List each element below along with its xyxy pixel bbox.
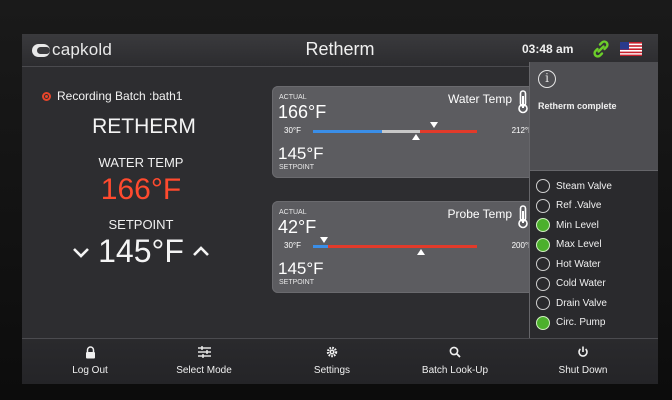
- valve-label: Steam Valve: [556, 180, 612, 192]
- card-title: Water Temp: [447, 92, 512, 106]
- water-temp-card[interactable]: ACTUAL 166°F Water Temp 30°F 212°F 145°F…: [272, 86, 538, 178]
- setpoint-marker: [412, 134, 421, 140]
- select-mode-label: Select Mode: [176, 365, 232, 376]
- valve-label: Ref .Valve: [556, 200, 602, 211]
- chevron-down-icon: [73, 247, 90, 258]
- record-icon: [42, 91, 51, 101]
- sliders-icon: [197, 346, 211, 358]
- range-min: 30°F: [284, 126, 301, 135]
- actual-label: ACTUAL: [279, 209, 307, 216]
- hot-segment: [328, 245, 477, 248]
- valve-item: Cold Water: [536, 275, 606, 293]
- recording-text: Recording Batch :bath1: [57, 89, 183, 103]
- valve-item: Min Level: [536, 216, 599, 234]
- valve-item: Max Level: [536, 236, 602, 254]
- mode-title: RETHERM: [92, 115, 196, 138]
- log-out-button[interactable]: Log Out: [60, 345, 120, 376]
- valve-label: Hot Water: [556, 258, 601, 270]
- actual-value: 166°F: [278, 102, 327, 122]
- range-min: 30°F: [284, 241, 301, 250]
- actual-value: 42°F: [278, 217, 317, 237]
- water-temp-value: 166°F: [100, 173, 182, 206]
- cold-segment: [313, 130, 382, 133]
- settings-label: Settings: [313, 365, 351, 376]
- status-indicator: [536, 218, 550, 232]
- link-icon: [593, 40, 609, 58]
- thermometer-icon: [518, 205, 528, 229]
- status-indicator: [536, 237, 550, 252]
- logo-mark-icon: [32, 43, 50, 57]
- batch-lookup-label: Batch Look-Up: [421, 365, 489, 376]
- footer-toolbar: Log Out Select Mode Settings Batch Look-…: [22, 338, 658, 384]
- chevron-up-icon: [192, 245, 209, 256]
- valve-label: Cold Water: [556, 278, 606, 289]
- temp-range-bar: [313, 122, 477, 140]
- actual-marker: [430, 122, 439, 128]
- valve-item: Hot Water: [536, 255, 601, 273]
- us-flag-icon[interactable]: [620, 42, 642, 56]
- status-indicator: [536, 315, 550, 330]
- status-indicator: [536, 296, 550, 310]
- brand-logo: capkold: [32, 40, 112, 59]
- status-indicator: [536, 198, 550, 213]
- info-panel: i Retherm complete: [529, 62, 658, 170]
- clock: 03:48 am: [522, 42, 574, 56]
- batch-lookup-button[interactable]: Batch Look-Up: [410, 345, 500, 376]
- status-panel: Recording Batch :bath1 RETHERM WATER TEM…: [22, 67, 260, 335]
- valve-label: Max Level: [556, 239, 602, 250]
- setpoint-increase-button[interactable]: [190, 241, 212, 263]
- setpoint-value: 145°F: [278, 144, 324, 163]
- shut-down-button[interactable]: Shut Down: [548, 345, 618, 376]
- logo-text: capkold: [52, 40, 112, 59]
- valve-item: Ref .Valve: [536, 197, 601, 215]
- gear-icon: [326, 346, 338, 358]
- setpoint-marker: [417, 249, 426, 255]
- valve-label: Circ. Pump: [556, 317, 606, 328]
- valve-label: Drain Valve: [556, 297, 607, 309]
- mid-segment: [381, 130, 421, 133]
- shut-down-label: Shut Down: [558, 365, 608, 376]
- status-indicator: [536, 179, 550, 193]
- setpoint-value: 145°F: [98, 233, 184, 269]
- valve-status-list: Steam Valve Ref .Valve Min Level Max Lev…: [529, 170, 658, 339]
- recording-status: Recording Batch :bath1: [42, 89, 182, 103]
- valve-item: Circ. Pump: [536, 314, 605, 332]
- probe-temp-card[interactable]: ACTUAL 42°F Probe Temp 30°F 200°F 145°F …: [272, 201, 538, 293]
- info-icon: i: [538, 70, 556, 88]
- setpoint-control: 145°F: [22, 233, 260, 270]
- setpoint-value: 145°F: [278, 259, 324, 278]
- thermometer-icon: [518, 90, 528, 114]
- setpoint-label: SETPOINT: [279, 164, 315, 171]
- setpoint-label: SETPOINT: [279, 279, 315, 286]
- setpoint-decrease-button[interactable]: [70, 241, 92, 263]
- settings-button[interactable]: Settings: [302, 345, 362, 376]
- info-message: Retherm complete: [538, 101, 617, 111]
- setpoint-label: SETPOINT: [108, 217, 174, 232]
- actual-marker: [320, 237, 329, 243]
- valve-item: Steam Valve: [536, 177, 612, 195]
- lock-icon: [85, 345, 95, 358]
- status-indicator: [536, 276, 550, 291]
- actual-label: ACTUAL: [279, 94, 307, 101]
- power-icon: [578, 346, 588, 357]
- search-icon: [449, 346, 461, 358]
- valve-label: Min Level: [556, 219, 599, 231]
- log-out-label: Log Out: [72, 365, 108, 376]
- temp-range-bar: [313, 237, 477, 255]
- valve-item: Drain Valve: [536, 294, 607, 312]
- status-indicator: [536, 257, 550, 271]
- water-temp-label: WATER TEMP: [98, 155, 184, 170]
- select-mode-button[interactable]: Select Mode: [168, 345, 240, 376]
- hmi-screen: capkold Retherm 03:48 am Recording Batch…: [22, 34, 658, 384]
- card-title: Probe Temp: [447, 207, 512, 221]
- hot-segment: [420, 130, 477, 133]
- page-title: Retherm: [305, 39, 375, 59]
